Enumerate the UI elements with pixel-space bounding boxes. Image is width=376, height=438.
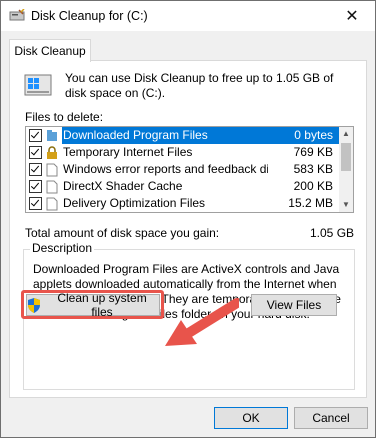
file-name: Windows error reports and feedback dia..… <box>63 162 269 176</box>
file-size: 200 KB <box>293 179 333 193</box>
file-size: 583 KB <box>293 162 333 176</box>
list-item[interactable]: Downloaded Program Files 0 bytes <box>26 127 339 144</box>
file-size: 15.2 MB <box>288 196 333 210</box>
close-button[interactable]: ✕ <box>329 1 375 31</box>
file-size: 0 bytes <box>263 127 339 144</box>
clean-up-system-files-label: Clean up system files <box>57 291 147 319</box>
file-name: Downloaded Program Files <box>62 127 263 144</box>
checkbox[interactable] <box>29 129 42 142</box>
files-to-delete-label: Files to delete: <box>25 110 104 124</box>
checkbox[interactable] <box>29 163 42 176</box>
scroll-thumb[interactable] <box>341 143 351 171</box>
lock-icon <box>47 145 57 159</box>
uac-shield-icon <box>28 297 40 313</box>
checkbox[interactable] <box>29 146 42 159</box>
hard-drive-icon <box>24 74 52 96</box>
document-icon <box>46 180 58 193</box>
document-icon <box>46 163 58 176</box>
intro-text: You can use Disk Cleanup to free up to 1… <box>65 71 334 100</box>
list-item[interactable]: DirectX Shader Cache 200 KB <box>26 178 339 195</box>
list-scrollbar[interactable]: ▲ ▼ <box>339 127 353 212</box>
document-icon <box>46 197 58 210</box>
file-name: Temporary Internet Files <box>63 145 193 159</box>
close-icon: ✕ <box>345 8 359 25</box>
file-name: Delivery Optimization Files <box>63 196 206 210</box>
list-item[interactable]: Windows error reports and feedback dia..… <box>26 161 339 178</box>
tab-disk-cleanup[interactable]: Disk Cleanup <box>9 39 91 62</box>
folder-icon <box>47 129 57 141</box>
total-label: Total amount of disk space you gain: <box>25 226 220 240</box>
view-files-button[interactable]: View Files <box>251 294 337 316</box>
disk-cleanup-window: Disk Cleanup for (C:) ✕ Disk Cleanup You… <box>0 0 376 438</box>
description-legend: Description <box>30 241 95 255</box>
window-title: Disk Cleanup for (C:) <box>31 9 148 23</box>
total-value: 1.05 GB <box>310 226 355 240</box>
checkbox[interactable] <box>29 180 42 193</box>
list-item[interactable]: Temporary Internet Files 769 KB <box>26 144 339 161</box>
title-bar: Disk Cleanup for (C:) ✕ <box>1 1 375 31</box>
scroll-up-icon[interactable]: ▲ <box>339 127 353 141</box>
clean-up-system-files-button[interactable]: Clean up system files <box>26 291 160 319</box>
cancel-button[interactable]: Cancel <box>294 407 368 429</box>
list-item[interactable]: Delivery Optimization Files 15.2 MB <box>26 195 339 212</box>
checkbox[interactable] <box>29 197 42 210</box>
scroll-down-icon[interactable]: ▼ <box>339 198 353 212</box>
files-to-delete-list[interactable]: Downloaded Program Files 0 bytes Tempora… <box>25 126 354 213</box>
file-name: DirectX Shader Cache <box>63 179 183 193</box>
file-size: 769 KB <box>293 145 333 159</box>
disk-cleanup-icon <box>9 9 25 21</box>
annotation-arrow-icon <box>165 298 239 346</box>
ok-button[interactable]: OK <box>214 407 288 429</box>
